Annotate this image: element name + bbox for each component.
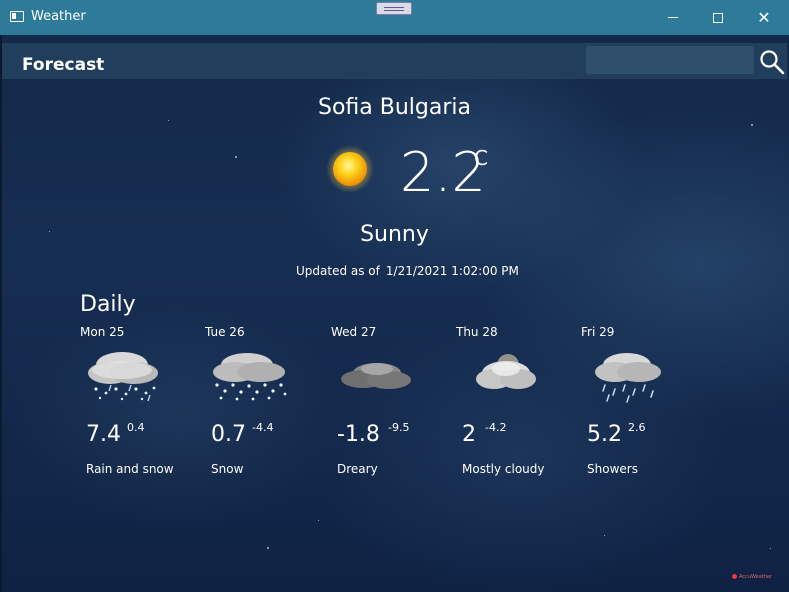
day-name: Mon 25: [80, 325, 125, 339]
day-name: Fri 29: [581, 325, 615, 339]
current-condition: Sunny: [360, 222, 429, 247]
daily-section-title: Daily: [80, 292, 136, 317]
search-input[interactable]: [586, 46, 754, 74]
daily-forecast-item: Wed 27 -1.8 -9.5 Dreary: [331, 325, 451, 485]
updated-label: Updated as of: [296, 264, 380, 278]
city-name: Sofia: [318, 95, 373, 120]
close-button[interactable]: ✕: [741, 0, 787, 35]
mostly-cloudy-icon: [476, 354, 536, 389]
current-temperature: 2.2: [400, 141, 486, 204]
star-decoration: [770, 548, 771, 549]
rain-snow-icon: [88, 352, 158, 402]
star-decoration: [267, 547, 269, 549]
close-icon: ✕: [757, 7, 771, 27]
day-name: Tue 26: [205, 325, 245, 339]
star-decoration: [318, 520, 319, 521]
country-name: Bulgaria: [379, 95, 471, 120]
maximize-icon: [713, 12, 723, 23]
day-low-temp: -9.5: [388, 421, 410, 434]
day-low-temp: -4.2: [485, 421, 507, 434]
star-decoration: [168, 120, 169, 121]
day-high-temp: 7.4: [86, 422, 121, 447]
day-description: Rain and snow: [86, 462, 174, 476]
maximize-button[interactable]: [695, 0, 741, 35]
star-decoration: [751, 124, 753, 126]
dreary-cloud-icon: [341, 363, 411, 389]
day-high-temp: 2: [462, 422, 476, 447]
day-name: Thu 28: [456, 325, 498, 339]
brand-sun-icon: [732, 574, 737, 579]
updated-time: 1/21/2021 1:02:00 PM: [385, 264, 519, 278]
forecast-header-bar: Forecast: [2, 43, 787, 79]
window-title: Weather: [31, 9, 86, 24]
location-label: Sofia Bulgaria: [0, 95, 789, 120]
day-low-temp: -4.4: [252, 421, 274, 434]
star-decoration: [604, 535, 605, 536]
day-high-temp: -1.8: [337, 422, 380, 447]
temperature-unit: C: [474, 146, 488, 170]
window-titlebar[interactable]: Weather ✕: [0, 0, 789, 35]
day-low-temp: 2.6: [628, 421, 646, 434]
daily-forecast-item: Fri 29 5.2 2.6 Showers: [581, 325, 701, 485]
day-name: Wed 27: [331, 325, 377, 339]
daily-forecast-item: Thu 28 2 -4.2 Mostly cloudy: [456, 325, 576, 485]
brand-logo[interactable]: AccuWeather: [732, 574, 772, 580]
day-description: Dreary: [337, 462, 378, 476]
app-content: Forecast Sofia Bulgaria 2.2 C Sunny Upda…: [0, 35, 789, 592]
day-description: Mostly cloudy: [462, 462, 545, 476]
day-description: Snow: [211, 462, 244, 476]
daily-forecast-item: Tue 26 0.7 -4.4 Snow: [205, 325, 325, 485]
drag-handle[interactable]: [376, 2, 412, 15]
star-decoration: [235, 156, 237, 158]
forecast-tab[interactable]: Forecast: [22, 55, 104, 75]
brand-text: AccuWeather: [739, 574, 773, 580]
updated-timestamp: Updated as of 1/21/2021 1:02:00 PM: [296, 264, 519, 278]
daily-forecast-item: Mon 25 7.4 0.4 Rain and snow: [80, 325, 200, 485]
day-high-temp: 0.7: [211, 422, 246, 447]
showers-icon: [595, 353, 661, 403]
day-low-temp: 0.4: [127, 421, 145, 434]
app-window-icon: [10, 11, 24, 22]
snow-icon: [213, 353, 287, 401]
minimize-button[interactable]: [650, 0, 696, 35]
day-description: Showers: [587, 462, 638, 476]
search-icon[interactable]: [759, 49, 785, 75]
minimize-icon: [668, 17, 678, 18]
day-high-temp: 5.2: [587, 422, 622, 447]
sun-icon: [326, 145, 374, 193]
